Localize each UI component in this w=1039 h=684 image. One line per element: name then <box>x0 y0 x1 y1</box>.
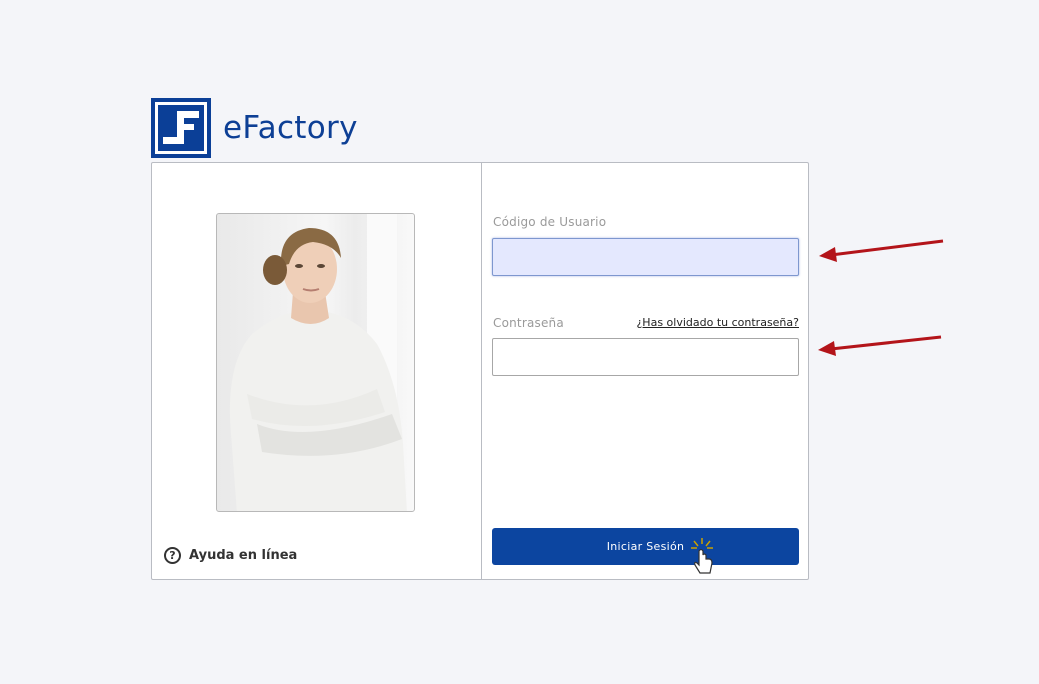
login-card: ? Ayuda en línea Código de Usuario Contr… <box>151 162 809 580</box>
red-arrow-icon <box>819 239 944 262</box>
red-arrow-icon <box>818 335 942 356</box>
username-label: Código de Usuario <box>493 215 607 229</box>
help-circle-icon: ? <box>164 547 181 564</box>
forgot-password-link[interactable]: ¿Has olvidado tu contraseña? <box>630 316 799 329</box>
login-button[interactable]: Iniciar Sesión <box>492 528 799 565</box>
brand-header: eFactory <box>151 98 358 158</box>
password-label: Contraseña <box>493 316 564 330</box>
efactory-logo-icon <box>151 98 211 158</box>
help-label: Ayuda en línea <box>189 548 298 563</box>
login-page: eFactory ? Ayuda en línea Código de Usua… <box>0 0 1039 684</box>
panel-divider <box>481 163 482 579</box>
online-help-link[interactable]: ? Ayuda en línea <box>164 547 297 564</box>
woman-portrait-image <box>216 213 415 512</box>
password-input[interactable] <box>492 338 799 376</box>
username-input[interactable] <box>492 238 799 276</box>
brand-name: eFactory <box>223 110 358 146</box>
